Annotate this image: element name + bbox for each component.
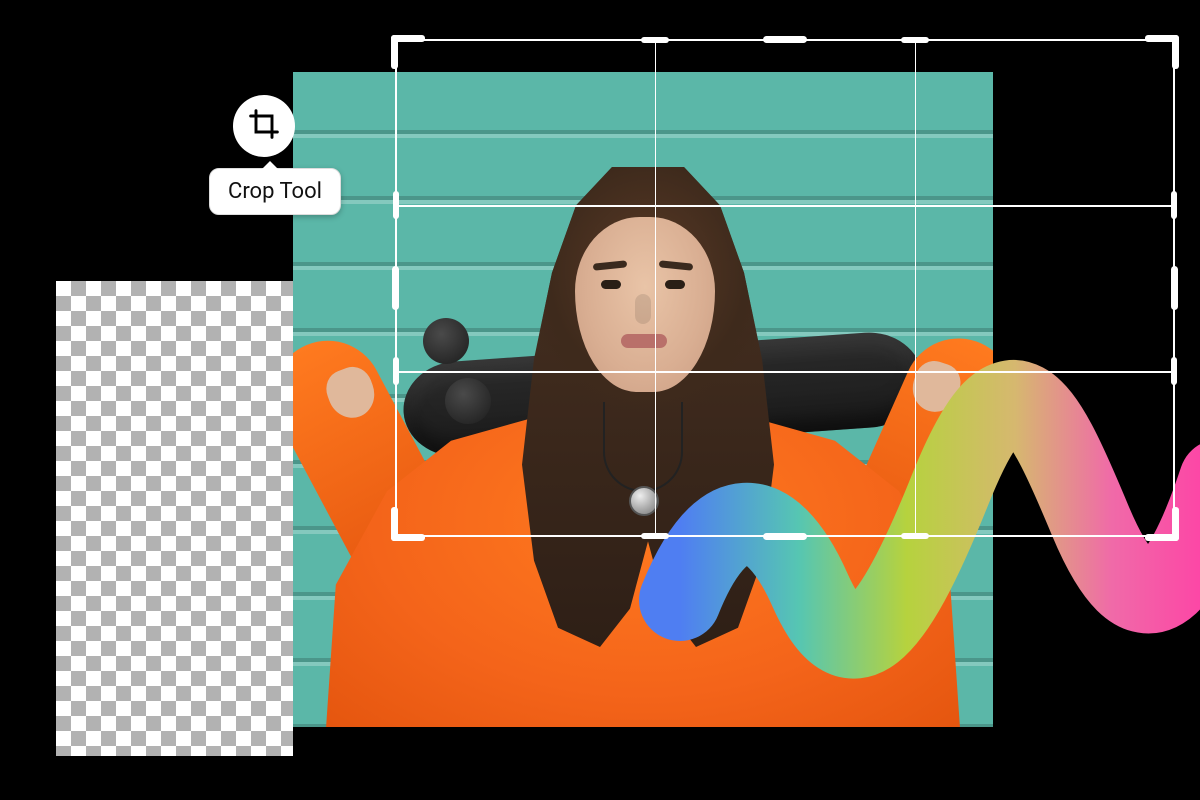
- crop-tick: [1171, 191, 1177, 219]
- subject-lips: [621, 334, 667, 348]
- crop-handle-edge-top[interactable]: [763, 36, 807, 43]
- crop-tick: [1171, 357, 1177, 385]
- crop-handle-corner-br[interactable]: [1145, 507, 1179, 541]
- crop-tick: [901, 37, 929, 43]
- subject-pendant: [629, 486, 659, 516]
- photo-canvas[interactable]: [293, 72, 993, 727]
- tooltip-label: Crop Tool: [228, 179, 322, 204]
- skateboard-wheel: [423, 318, 469, 364]
- skateboard-wheel: [445, 378, 491, 424]
- crop-handle-edge-right[interactable]: [1171, 266, 1178, 310]
- subject-nose: [635, 294, 651, 324]
- crop-icon: [248, 108, 280, 144]
- crop-tool-tooltip: Crop Tool: [209, 168, 341, 215]
- crop-handle-corner-tl[interactable]: [391, 35, 425, 69]
- subject-eye: [665, 280, 685, 289]
- subject-eye: [601, 280, 621, 289]
- crop-handle-corner-tr[interactable]: [1145, 35, 1179, 69]
- crop-tool-button[interactable]: [233, 95, 295, 157]
- crop-tick: [641, 37, 669, 43]
- transparency-layer-panel: [56, 281, 293, 756]
